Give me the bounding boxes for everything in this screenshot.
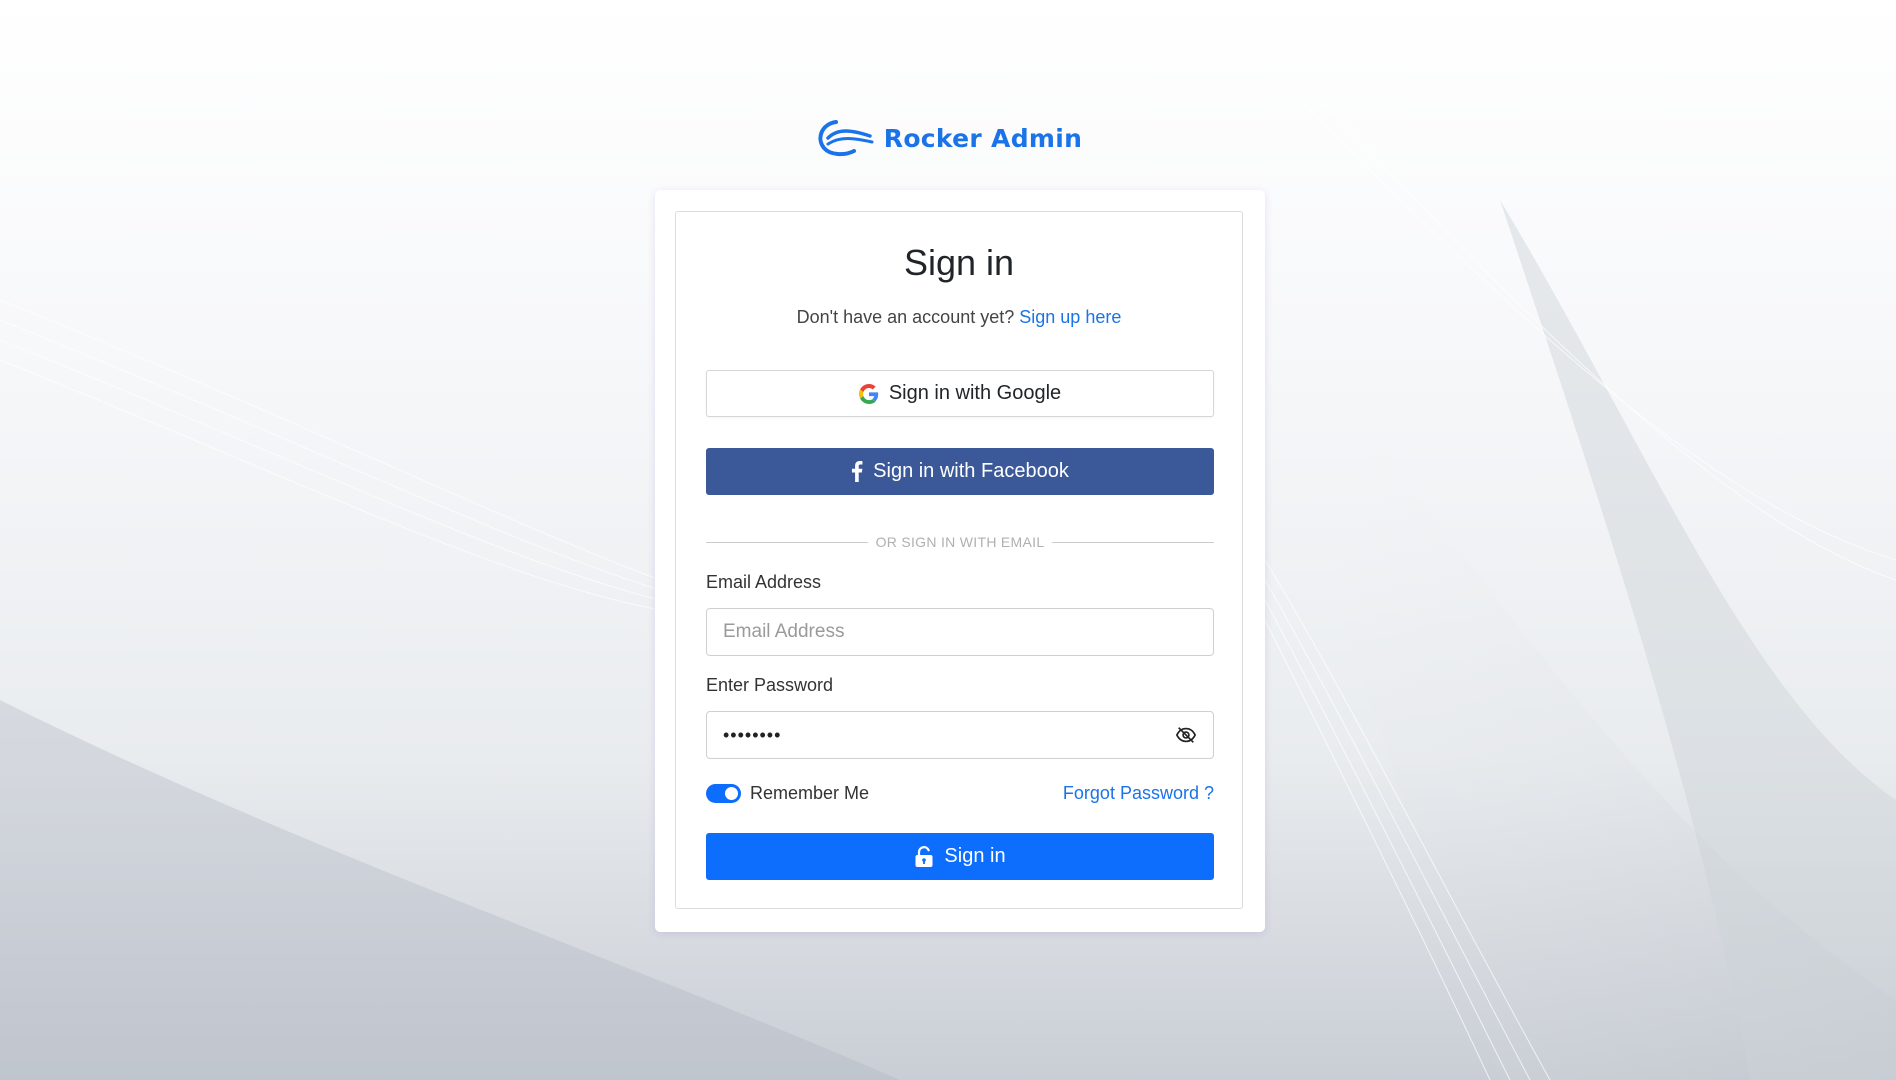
signup-link[interactable]: Sign up here xyxy=(1019,307,1121,327)
password-label: Enter Password xyxy=(706,675,834,695)
google-icon xyxy=(858,383,879,404)
forgot-password-link[interactable]: Forgot Password ? xyxy=(1063,783,1214,804)
divider-text: OR SIGN IN WITH EMAIL xyxy=(875,534,1045,550)
signup-prompt-text: Don't have an account yet? xyxy=(796,307,1015,327)
brand-name: Rocker Admin xyxy=(883,123,1083,153)
email-divider: OR SIGN IN WITH EMAIL xyxy=(706,534,1214,550)
wave-logo-icon xyxy=(818,120,874,157)
signup-prompt: Don't have an account yet? Sign up here xyxy=(676,307,1242,328)
eye-slash-icon[interactable] xyxy=(1175,724,1197,746)
remember-toggle[interactable] xyxy=(706,783,741,803)
google-signin-button[interactable]: Sign in with Google xyxy=(706,370,1214,417)
remember-row: Remember Me Forgot Password ? xyxy=(706,781,1214,805)
password-value: •••••••• xyxy=(723,724,782,745)
email-field[interactable]: Email Address xyxy=(706,608,1214,656)
password-field[interactable]: •••••••• xyxy=(706,711,1214,759)
page-title: Sign in xyxy=(903,242,1015,283)
remember-me: Remember Me xyxy=(706,783,869,804)
signin-card: Sign in Don't have an account yet? Sign … xyxy=(655,190,1265,932)
signin-button-label: Sign in xyxy=(944,845,1006,867)
signin-button[interactable]: Sign in xyxy=(706,833,1214,880)
signin-form: Sign in Don't have an account yet? Sign … xyxy=(675,211,1243,909)
facebook-signin-button[interactable]: Sign in with Facebook xyxy=(706,448,1214,495)
google-signin-label: Sign in with Google xyxy=(888,382,1062,404)
email-placeholder: Email Address xyxy=(723,621,845,642)
email-label: Email Address xyxy=(706,572,822,592)
facebook-signin-label: Sign in with Facebook xyxy=(873,460,1069,482)
toggle-knob xyxy=(725,786,738,800)
facebook-icon xyxy=(852,461,863,482)
divider-line xyxy=(1052,541,1214,543)
divider-line xyxy=(706,541,868,543)
lock-open-icon xyxy=(915,845,933,867)
remember-label: Remember Me xyxy=(750,782,870,803)
brand-header: Rocker Admin xyxy=(0,118,1896,158)
